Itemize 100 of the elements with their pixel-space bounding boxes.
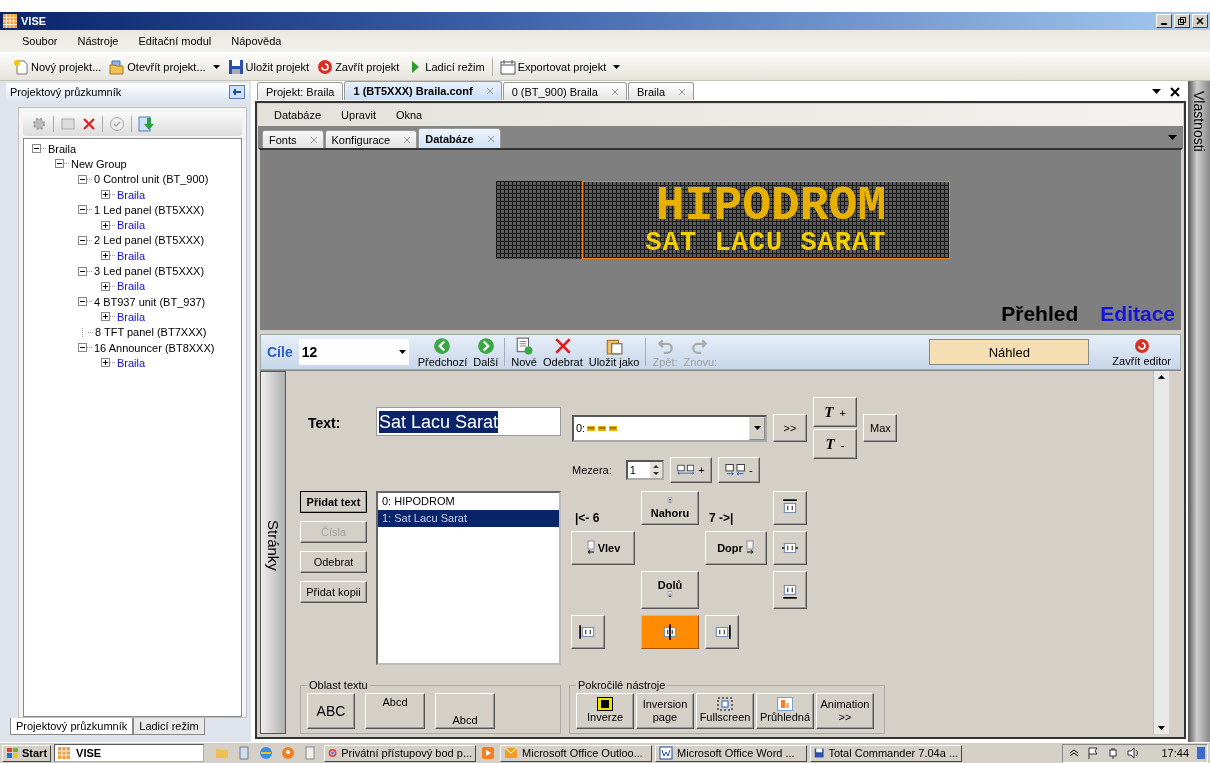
tree-item[interactable]: Braila xyxy=(117,280,146,293)
collapse-icon[interactable] xyxy=(78,235,87,245)
text-area-button[interactable]: ABC xyxy=(307,693,355,729)
expand-icon[interactable] xyxy=(101,312,110,322)
menu-item[interactable]: Editační modul xyxy=(128,35,222,47)
tool-button[interactable]: Průhledná xyxy=(756,693,814,729)
list-button[interactable]: Přidat text xyxy=(300,491,367,513)
editor-tab[interactable]: Konfigurace xyxy=(324,130,418,148)
gear-icon[interactable] xyxy=(31,116,47,132)
document-tab[interactable]: 1 (BT5XXX) Braila.conf xyxy=(344,81,502,100)
toolbar-button[interactable]: Uložit projekt xyxy=(224,59,313,75)
taskbar-window-button[interactable]: Total Commander 7.04a ... xyxy=(810,744,963,762)
pages-side-tab[interactable]: Stránky xyxy=(260,371,286,734)
list-button[interactable]: Přidat kopii xyxy=(300,581,367,603)
list-button[interactable]: Odebrat xyxy=(300,551,367,573)
tree-item[interactable]: 4 BT937 unit (BT_937) xyxy=(94,295,206,308)
speaker-icon[interactable] xyxy=(1127,747,1140,759)
tool-button[interactable]: Inverze xyxy=(576,693,634,729)
spacing-button[interactable]: + xyxy=(669,457,712,483)
tree-item[interactable]: Braila xyxy=(117,188,146,201)
panel-tab[interactable]: Ladicí režim xyxy=(133,718,205,735)
toolbar-button[interactable]: Předchozí xyxy=(414,336,471,368)
view-mode-link[interactable]: Přehled xyxy=(1001,302,1079,326)
menu-item[interactable]: Okna xyxy=(385,109,433,121)
chevron-up-icon[interactable] xyxy=(1069,748,1080,758)
collapse-icon[interactable] xyxy=(78,174,87,184)
address-field[interactable]: VISE xyxy=(54,744,205,762)
expand-icon[interactable] xyxy=(101,358,110,368)
check-icon[interactable] xyxy=(109,116,125,132)
menu-item[interactable]: Nápověda xyxy=(221,35,292,47)
tree-item[interactable]: 8 TFT panel (BT7XXX) xyxy=(95,326,207,339)
move-button[interactable]: Vlev xyxy=(571,531,635,565)
collapse-icon[interactable] xyxy=(78,297,87,307)
taskbar-window-button[interactable]: Microsoft Office Outloo... xyxy=(500,744,653,762)
toolbar-button[interactable]: Exportovat projekt xyxy=(496,59,624,75)
toolbar-button[interactable]: Otevřít projekt... xyxy=(106,59,223,75)
tree-item[interactable]: New Group xyxy=(71,157,127,170)
dropdown-button[interactable] xyxy=(749,416,765,440)
list-item[interactable]: 0: HIPODROM xyxy=(378,493,559,510)
move-button[interactable]: Nahoru xyxy=(641,491,699,525)
toolbar-button[interactable]: Nový projekt... xyxy=(10,59,105,75)
list-item[interactable]: 1: Sat Lacu Sarat xyxy=(378,510,559,527)
restore-button[interactable] xyxy=(1174,14,1190,28)
toolbar-button[interactable]: Zavřít projekt xyxy=(314,59,403,75)
max-button[interactable]: Max xyxy=(863,414,897,442)
collapse-icon[interactable] xyxy=(32,144,41,154)
toolbar-button[interactable]: Odebrat xyxy=(539,336,586,368)
expand-icon[interactable] xyxy=(101,251,110,261)
next-font-button[interactable]: >> xyxy=(773,414,807,442)
flag-icon[interactable] xyxy=(1087,747,1100,759)
close-button[interactable] xyxy=(1192,14,1208,28)
scroll-down-icon[interactable] xyxy=(1157,725,1166,731)
tool-button[interactable]: Animation >> xyxy=(816,693,874,729)
collapse-icon[interactable] xyxy=(78,343,87,352)
tree-item[interactable]: 1 Led panel (BT5XXX) xyxy=(94,203,205,216)
expand-icon[interactable] xyxy=(101,220,110,230)
close-icon[interactable] xyxy=(1170,86,1180,97)
menu-item[interactable]: Databáze xyxy=(264,109,332,121)
start-button[interactable]: Start xyxy=(2,744,52,762)
text-area-button[interactable]: Abcd xyxy=(435,693,495,729)
menu-item[interactable]: Nástroje xyxy=(67,35,129,47)
tree-item[interactable]: Braila xyxy=(48,142,77,155)
pin-icon[interactable] xyxy=(229,85,245,99)
tree-item[interactable]: 2 Led panel (BT5XXX) xyxy=(94,234,205,247)
collapse-icon[interactable] xyxy=(78,205,87,215)
tool-button[interactable]: Fullscreen xyxy=(696,693,754,729)
tree-item[interactable]: 3 Led panel (BT5XXX) xyxy=(94,265,205,277)
move-button[interactable]: Dolů xyxy=(641,571,699,609)
collapse-icon[interactable] xyxy=(78,266,87,276)
toolbar-button[interactable]: Další xyxy=(470,336,502,368)
tree-item[interactable]: Braila xyxy=(117,249,146,262)
scrollbar[interactable] xyxy=(1153,371,1169,734)
toolbar-button[interactable]: Ladicí režim xyxy=(404,59,488,75)
spacing-spinner[interactable]: 1 xyxy=(625,460,664,480)
scroll-up-icon[interactable] xyxy=(1157,374,1166,380)
tool-button[interactable]: Inversion page xyxy=(636,693,694,729)
align-button[interactable] xyxy=(641,615,699,649)
panel-tab[interactable]: Projektový průzkumník xyxy=(10,718,134,735)
properties-side-tab[interactable]: Vlastnosti xyxy=(1188,81,1210,742)
menu-item[interactable]: Soubor xyxy=(12,35,68,47)
move-button[interactable]: Dopr xyxy=(705,531,767,565)
font-size-button[interactable]: T + xyxy=(813,397,857,427)
editor-tab[interactable]: Fonts xyxy=(262,130,324,148)
minimize-button[interactable] xyxy=(1156,14,1172,28)
tree-item[interactable]: Braila xyxy=(117,356,146,369)
tree-item[interactable]: Braila xyxy=(117,310,146,323)
expand-icon[interactable] xyxy=(101,281,110,291)
delete-icon[interactable] xyxy=(82,117,96,131)
close-editor-button[interactable]: Zavřít editor xyxy=(1109,337,1174,367)
toolbar-button[interactable]: Nové xyxy=(508,336,540,368)
editor-tab[interactable]: Databáze xyxy=(418,128,501,148)
font-size-button[interactable]: T - xyxy=(813,429,857,459)
tree-item[interactable]: 16 Announcer (BT8XXX) xyxy=(94,341,215,354)
toolbar-button[interactable]: Uložit jako xyxy=(585,336,643,368)
taskbar-window-button[interactable]: Privátní přístupový bod p... xyxy=(324,744,477,762)
document-tab[interactable]: Projekt: Braila xyxy=(257,82,344,100)
tree-item[interactable]: 0 Control unit (BT_900) xyxy=(94,173,209,186)
download-icon[interactable] xyxy=(138,116,154,132)
expand-icon[interactable] xyxy=(101,190,110,200)
document-tab[interactable]: 0 (BT_900) Braila xyxy=(502,82,627,100)
